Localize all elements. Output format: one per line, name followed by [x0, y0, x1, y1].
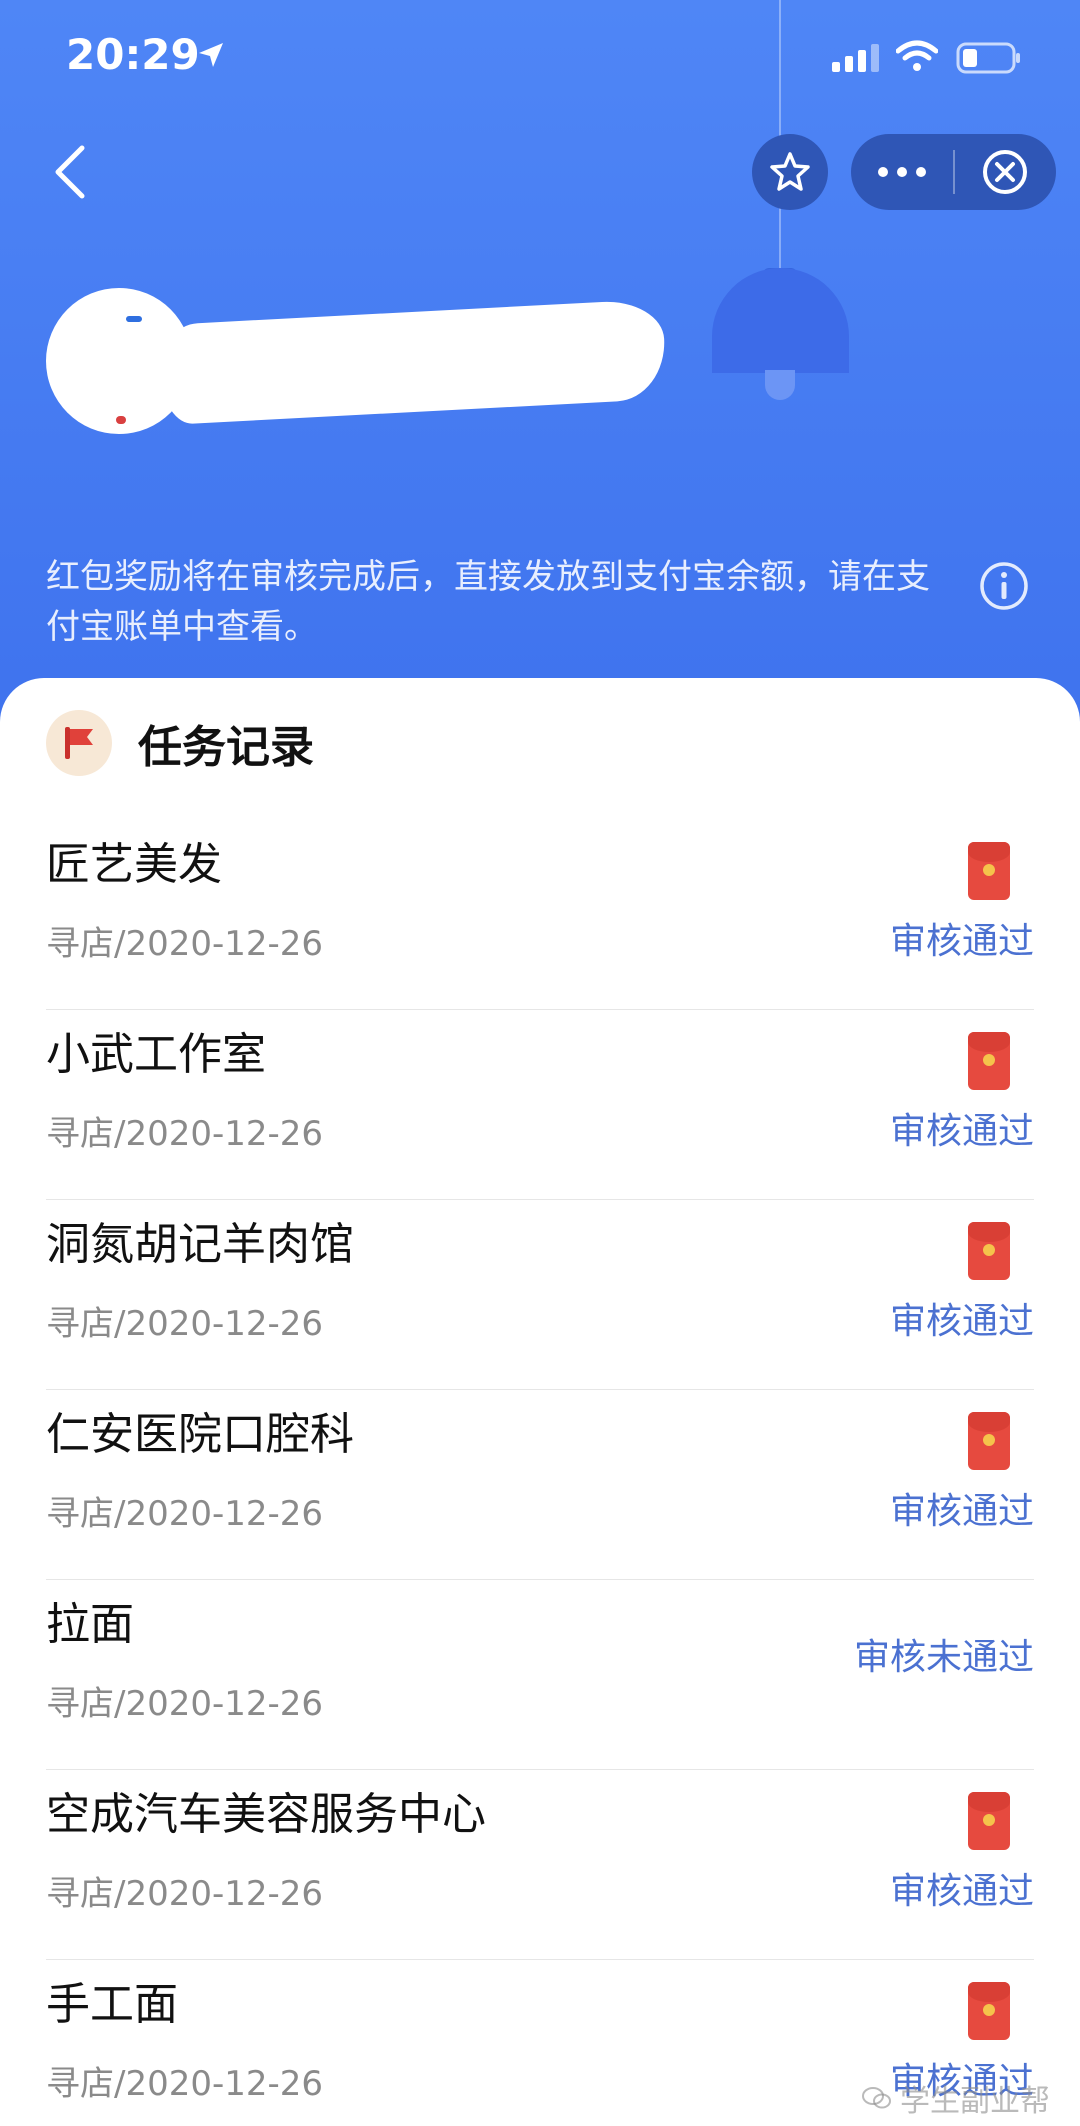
- star-icon: [770, 152, 810, 191]
- task-name: 洞氮胡记羊肉馆: [46, 1219, 354, 1270]
- status-time: 20:29: [66, 30, 200, 79]
- close-button[interactable]: [955, 134, 1055, 210]
- task-status: 审核通过: [889, 1491, 1034, 1532]
- favorite-button[interactable]: [752, 134, 828, 210]
- task-status: 审核通过: [889, 1871, 1034, 1912]
- task-row[interactable]: 空成汽车美容服务中心寻店/2020-12-26 审核通过: [46, 1770, 1034, 1960]
- task-name: 小武工作室: [46, 1029, 266, 1080]
- back-button[interactable]: [48, 142, 92, 202]
- lamp-shade-decoration: [712, 268, 849, 373]
- task-status: 审核通过: [889, 1111, 1034, 1152]
- task-row[interactable]: 匠艺美发寻店/2020-12-26 审核通过: [46, 820, 1034, 1010]
- battery-icon: [956, 42, 1020, 74]
- task-meta: 寻店/2020-12-26: [46, 1874, 324, 1914]
- cellular-signal-icon: [832, 44, 879, 72]
- task-meta: 寻店/2020-12-26: [46, 1304, 324, 1344]
- section-header: 任务记录: [46, 708, 314, 778]
- watermark: 学生副业帮: [862, 2076, 1050, 2120]
- task-name: 匠艺美发: [46, 839, 222, 890]
- red-packet-icon: [968, 1982, 1010, 2040]
- red-packet-icon: [968, 1792, 1010, 1850]
- info-icon[interactable]: [978, 560, 1030, 612]
- task-record-card: 任务记录 匠艺美发 寻店/2020-12-26 审核通过 小武工作室 寻店/2020-1…: [0, 678, 1080, 2126]
- task-meta: 寻店/2020-12-26: [46, 924, 324, 964]
- task-name: 空成汽车美容服务中心: [46, 1789, 486, 1840]
- task-meta: 寻店/2020-12-26: [46, 2064, 324, 2104]
- task-row[interactable]: 洞氮胡记羊肉馆寻店/2020-12-26 审核通过: [46, 1200, 1034, 1390]
- task-status: 审核未通过: [853, 1637, 1034, 1678]
- wifi-icon: [896, 40, 938, 71]
- task-status: 审核通过: [889, 921, 1034, 962]
- red-packet-icon: [968, 842, 1010, 900]
- task-row[interactable]: 拉面寻店/2020-12-26 审核未通过: [46, 1580, 1034, 1770]
- close-circle-icon: [983, 150, 1027, 194]
- more-dots-icon: [878, 167, 926, 177]
- task-row[interactable]: 小武工作室寻店/2020-12-26 审核通过: [46, 1010, 1034, 1200]
- task-meta: 寻店/2020-12-26: [46, 1494, 324, 1534]
- miniapp-capsule: [851, 134, 1056, 210]
- page: 20:29 红包奖励将在审核完成后，直接发放到支付宝余额，请在支付宝账单中查看。…: [0, 0, 1080, 2126]
- task-status: 审核通过: [889, 1301, 1034, 1342]
- reward-notice: 红包奖励将在审核完成后，直接发放到支付宝余额，请在支付宝账单中查看。: [46, 557, 930, 647]
- task-row[interactable]: 仁安医院口腔科寻店/2020-12-26 审核通过: [46, 1390, 1034, 1580]
- task-name: 仁安医院口腔科: [46, 1409, 354, 1460]
- lamp-bulb-decoration: [765, 370, 795, 400]
- section-title: 任务记录: [138, 722, 314, 773]
- red-packet-icon: [968, 1222, 1010, 1280]
- location-arrow-icon: [199, 43, 223, 67]
- task-meta: 寻店/2020-12-26: [46, 1684, 324, 1724]
- red-packet-icon: [968, 1412, 1010, 1470]
- task-meta: 寻店/2020-12-26: [46, 1114, 324, 1154]
- more-button[interactable]: [851, 134, 953, 210]
- task-list: 匠艺美发 寻店/2020-12-26 审核通过 小武工作室 寻店/2020-12-26 审…: [46, 820, 1034, 2126]
- wechat-icon: [862, 2087, 891, 2109]
- flag-icon: [46, 710, 112, 776]
- header: 20:29 红包奖励将在审核完成后，直接发放到支付宝余额，请在支付宝账单中查看。: [0, 0, 1080, 720]
- task-name: 手工面: [46, 1979, 178, 2030]
- redacted-username: [157, 298, 668, 426]
- red-packet-icon: [968, 1032, 1010, 1090]
- task-name: 拉面: [46, 1599, 134, 1650]
- watermark-text: 学生副业帮: [900, 2084, 1050, 2119]
